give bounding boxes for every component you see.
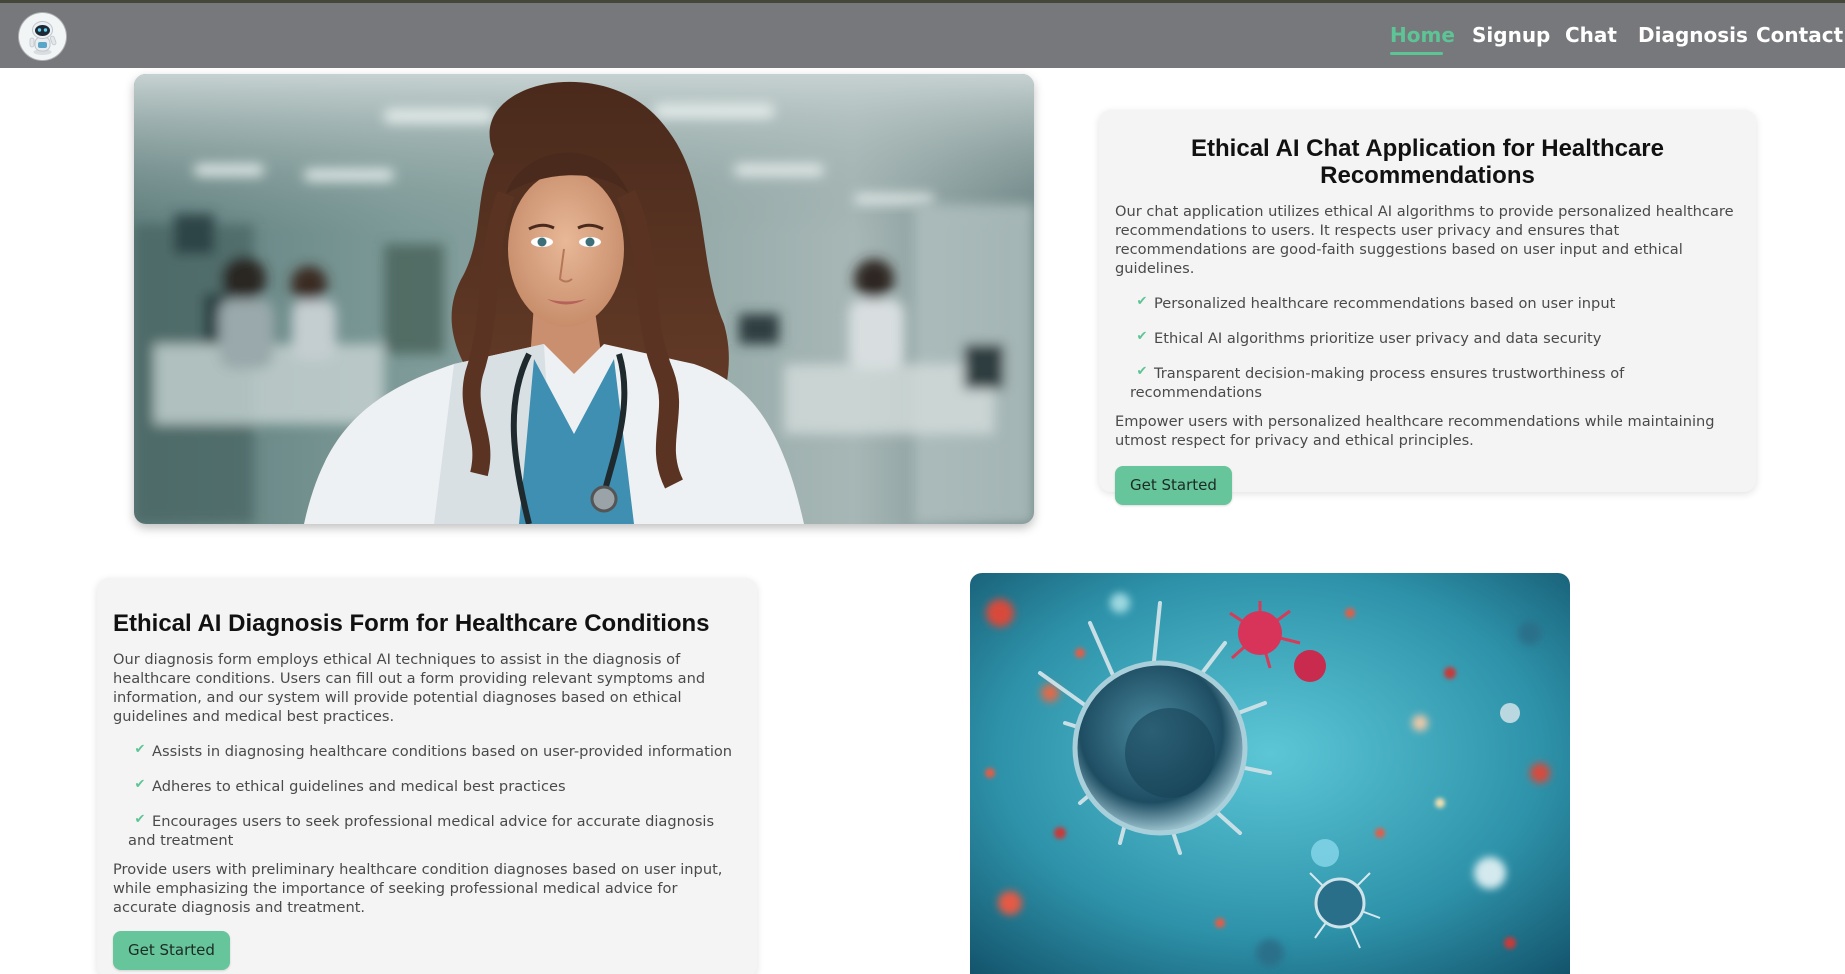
feature-text: Assists in diagnosing healthcare conditi…: [152, 743, 733, 760]
feature-text: Transparent decision-making process ensu…: [1130, 365, 1625, 401]
check-icon: ✔: [134, 742, 146, 757]
diagnosis-section-title: Ethical AI Diagnosis Form for Healthcare…: [113, 610, 710, 637]
list-item: ✔ Personalized healthcare recommendations…: [1130, 292, 1740, 313]
chat-feature-card: Ethical AI Chat Application for Healthca…: [1099, 110, 1756, 505]
nav-link-contact[interactable]: Contact: [1756, 23, 1843, 47]
feature-text: Encourages users to seek professional me…: [128, 813, 715, 849]
list-item: ✔ Encourages users to seek professional m…: [128, 810, 741, 850]
check-icon: ✔: [1136, 329, 1148, 344]
feature-text: Personalized healthcare recommendations …: [1154, 295, 1616, 312]
doctor-hero-image: [134, 74, 1034, 524]
list-item: ✔ Adheres to ethical guidelines and medic…: [128, 775, 741, 796]
diagnosis-section-intro: Our diagnosis form employs ethical AI te…: [113, 651, 706, 725]
list-item: ✔ Assists in diagnosing healthcare condit…: [128, 740, 741, 761]
nav-link-diagnosis[interactable]: Diagnosis: [1638, 23, 1748, 47]
check-icon: ✔: [134, 777, 146, 792]
diagnosis-feature-card: Ethical AI Diagnosis Form for Healthcare…: [97, 578, 757, 974]
virus-illustration-image: [970, 573, 1570, 974]
chat-section-intro: Our chat application utilizes ethical AI…: [1115, 203, 1734, 277]
diagnosis-feature-list: ✔ Assists in diagnosing healthcare condit…: [113, 740, 741, 850]
check-icon: ✔: [1136, 364, 1148, 379]
robot-logo-icon[interactable]: [19, 13, 66, 60]
feature-text: Adheres to ethical guidelines and medica…: [152, 778, 566, 795]
nav-link-chat[interactable]: Chat: [1565, 23, 1617, 47]
nav-active-indicator: [1390, 52, 1443, 55]
nav-link-home[interactable]: Home: [1390, 23, 1455, 47]
nav-link-signup[interactable]: Signup: [1472, 23, 1550, 47]
chat-feature-list: ✔ Personalized healthcare recommendations…: [1115, 292, 1740, 402]
chat-get-started-button[interactable]: Get Started: [1115, 466, 1232, 505]
list-item: ✔ Transparent decision-making process ens…: [1130, 362, 1740, 402]
chat-section-title: Ethical AI Chat Application for Healthca…: [1191, 135, 1664, 189]
chat-section-outro: Empower users with personalized healthca…: [1115, 413, 1715, 449]
diagnosis-get-started-button[interactable]: Get Started: [113, 931, 230, 970]
feature-text: Ethical AI algorithms prioritize user pr…: [1154, 330, 1602, 347]
navbar: Home Signup Chat Diagnosis Contact: [0, 0, 1845, 68]
list-item: ✔ Ethical AI algorithms prioritize user p…: [1130, 327, 1740, 348]
check-icon: ✔: [134, 812, 146, 827]
check-icon: ✔: [1136, 294, 1148, 309]
diagnosis-section-outro: Provide users with preliminary healthcar…: [113, 861, 723, 916]
